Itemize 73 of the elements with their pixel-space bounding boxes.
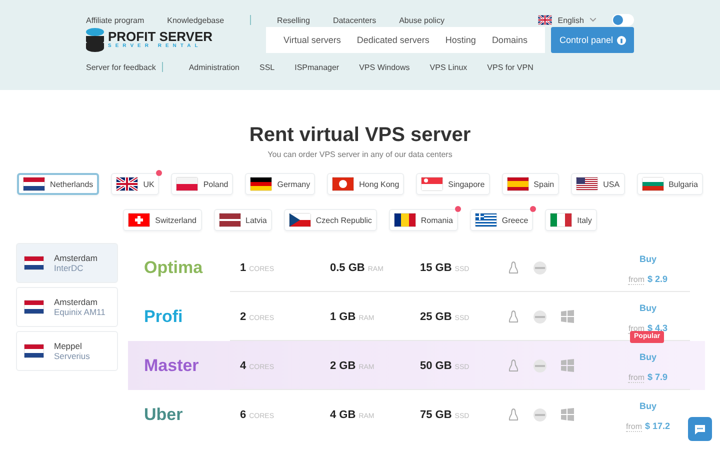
nav-link[interactable]: Virtual servers	[276, 35, 349, 45]
server-stack-icon	[86, 28, 104, 52]
user-icon	[617, 36, 626, 44]
header-link[interactable]: VPS for VPN	[487, 62, 534, 72]
uk-flag-icon	[538, 15, 552, 25]
greece-flag-icon	[474, 213, 497, 227]
country-tab[interactable]: Bulgaria	[636, 173, 703, 195]
nav-link[interactable]: Hosting	[437, 35, 484, 45]
czech-flag-icon	[288, 213, 311, 227]
from-label: from	[628, 274, 644, 284]
header-link[interactable]: Abuse policy	[399, 16, 444, 24]
plan-name: Profi	[144, 306, 184, 326]
country-tab[interactable]: Singapore	[416, 173, 490, 195]
header-link[interactable]: Datacenters	[332, 16, 376, 24]
page-title: Rent virtual VPS server	[249, 124, 471, 147]
germany-flag-icon	[250, 177, 272, 191]
country-tab[interactable]: USA	[571, 173, 625, 195]
usa-flag-icon	[576, 177, 598, 191]
country-tab[interactable]: UK	[111, 173, 160, 195]
location-item[interactable]: Amsterdam Equinix AM11	[16, 287, 118, 327]
plan-name: Master	[144, 356, 200, 376]
singapore-flag-icon	[421, 177, 444, 191]
page-subtitle: You can order VPS server in any of our data centers	[266, 150, 454, 159]
romania-flag-icon	[394, 213, 416, 227]
italy-flag-icon	[550, 213, 572, 227]
price: $ 2.9	[647, 274, 668, 284]
header-link[interactable]: Affiliate program	[86, 16, 144, 24]
bulgaria-flag-icon	[642, 177, 664, 191]
country-tab[interactable]: Poland	[171, 173, 234, 195]
country-tab[interactable]: Latvia	[214, 209, 272, 231]
chevron-down-icon	[590, 18, 596, 22]
header-link[interactable]: Administration	[188, 62, 240, 72]
theme-toggle[interactable]	[612, 14, 634, 26]
poland-flag-icon	[176, 177, 198, 191]
country-tab[interactable]: Germany	[245, 173, 316, 195]
uk-flag-icon	[116, 177, 138, 191]
price: $ 17.2	[644, 420, 670, 430]
price: $ 4.3	[647, 322, 668, 332]
header-link[interactable]: ISPmanager	[294, 62, 340, 72]
country-tab[interactable]: Hong Kong	[327, 173, 404, 195]
country-tab[interactable]: Czech Republic	[284, 209, 377, 231]
country-tab[interactable]: Spain	[502, 173, 560, 195]
header-link[interactable]: Server for feedback	[86, 62, 156, 72]
header-link[interactable]: SSL	[260, 62, 275, 72]
location-item[interactable]: Meppel Serverius	[16, 331, 118, 371]
country-tab[interactable]: Italy	[545, 209, 597, 231]
price: $ 7.9	[647, 372, 668, 382]
from-label: from	[628, 372, 644, 382]
chat-button[interactable]	[688, 417, 712, 441]
chat-icon	[694, 424, 706, 434]
latvia-flag-icon	[218, 213, 241, 227]
location-item[interactable]: Amsterdam InterDC	[16, 243, 118, 283]
header-link[interactable]: VPS Windows	[359, 62, 410, 72]
nav-link[interactable]: Domains	[484, 35, 536, 45]
netherlands-flag-icon	[24, 256, 44, 270]
hong-kong-flag-icon	[332, 177, 354, 191]
from-label: from	[626, 422, 642, 432]
language-selector[interactable]: English	[538, 15, 596, 25]
header-link[interactable]: Knowledgebase	[167, 16, 224, 24]
country-tab[interactable]: Romania	[388, 209, 458, 231]
switzerland-flag-icon	[128, 213, 150, 227]
country-tab[interactable]: Netherlands	[17, 173, 100, 195]
netherlands-flag-icon	[23, 177, 46, 191]
netherlands-flag-icon	[24, 344, 44, 358]
spain-flag-icon	[506, 177, 529, 191]
nav-link[interactable]: Dedicated servers	[348, 35, 438, 45]
plan-name: Uber	[144, 404, 184, 424]
netherlands-flag-icon	[24, 300, 44, 314]
header-link[interactable]: VPS Linux	[430, 62, 468, 72]
plan-name: Optima	[144, 258, 204, 278]
header-link[interactable]: Reselling	[277, 16, 310, 24]
country-tab[interactable]: Switzerland	[123, 209, 202, 231]
country-tab[interactable]: Greece	[470, 209, 534, 231]
